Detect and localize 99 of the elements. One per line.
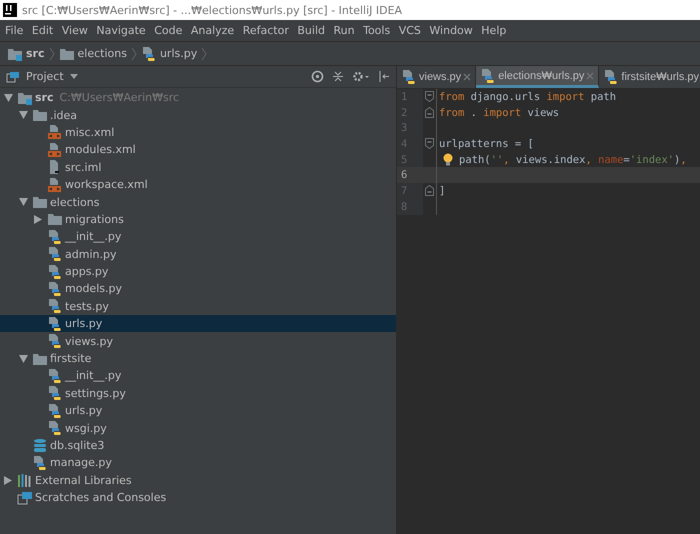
tree-item[interactable]: misc.xml — [0, 124, 396, 142]
expanded-arrow-icon[interactable] — [19, 198, 28, 206]
menu-item[interactable]: Window — [429, 24, 473, 37]
tree-item[interactable]: settings.py — [0, 384, 396, 402]
chevron-icon — [130, 46, 137, 62]
folder-icon — [32, 195, 48, 210]
chevron-icon — [201, 46, 208, 62]
collapsed-arrow-icon[interactable] — [34, 214, 42, 224]
editor-tab[interactable]: elections₩urls.py — [476, 66, 600, 88]
python-file-icon — [47, 402, 63, 419]
tree-item[interactable]: manage.py — [0, 454, 396, 472]
xml-file-icon — [47, 142, 63, 158]
menu-item[interactable]: Tools — [363, 24, 390, 37]
menu-item[interactable]: Run — [334, 24, 355, 37]
python-file-icon — [47, 298, 63, 314]
tree-item[interactable]: tests.py — [0, 298, 396, 316]
tree-item[interactable]: apps.py — [0, 262, 396, 280]
tree-item[interactable]: src.iml — [0, 158, 396, 176]
console-icon — [17, 490, 33, 505]
tree-item[interactable]: wsgi.py — [0, 419, 396, 437]
menu-item[interactable]: VCS — [398, 24, 421, 37]
python-file-icon — [47, 228, 63, 245]
expanded-arrow-icon[interactable] — [4, 94, 13, 102]
menu-item[interactable]: Navigate — [96, 24, 146, 37]
caret-icon — [70, 74, 78, 79]
menu-item[interactable]: Code — [154, 24, 182, 37]
folder-icon — [17, 90, 33, 105]
menu-item[interactable]: Analyze — [190, 24, 234, 37]
python-file-icon — [47, 385, 63, 402]
folder-icon — [32, 352, 48, 366]
expanded-arrow-icon[interactable] — [19, 111, 28, 120]
folder-icon — [32, 108, 48, 122]
project-view-dropdown[interactable]: Project — [6, 70, 78, 83]
window-title: src [C:₩Users₩Aerin₩src] - ...₩elections₩urls.py [src] - IntelliJ IDEA — [22, 4, 402, 16]
folder-icon — [7, 46, 23, 60]
tree-item[interactable]: migrations — [0, 210, 396, 228]
python-file-icon — [47, 333, 63, 350]
tree-item[interactable]: Scratches and Consoles — [0, 488, 396, 506]
collapse-icon[interactable] — [332, 70, 344, 83]
tree-item[interactable]: elections — [0, 193, 396, 211]
tree-item[interactable]: urls.py — [0, 402, 396, 420]
python-file-icon — [47, 368, 63, 384]
tree-item[interactable]: External Libraries — [0, 472, 396, 489]
xml-file-icon — [47, 124, 63, 140]
window-icon — [6, 70, 20, 82]
tree-item[interactable]: .idea — [0, 106, 396, 124]
tree-item[interactable]: views.py — [0, 332, 396, 350]
gear-icon[interactable] — [352, 70, 370, 83]
tree-item[interactable]: src C:₩Users₩Aerin₩src — [0, 89, 396, 106]
target-icon[interactable] — [311, 70, 324, 83]
python-file-icon — [47, 264, 63, 280]
python-file-icon — [47, 420, 63, 436]
python-file-icon — [47, 280, 63, 297]
code-line: from . import views — [438, 106, 560, 119]
hide-icon[interactable] — [378, 70, 390, 83]
tree-item[interactable]: firstsite — [0, 350, 396, 368]
tree-item[interactable]: workspace.xml — [0, 176, 396, 194]
menu-item[interactable]: View — [62, 24, 88, 37]
xml-file-icon — [47, 176, 63, 193]
tree-item[interactable]: db.sqlite3 — [0, 436, 396, 454]
menu-item[interactable]: Refactor — [242, 24, 289, 37]
tree-item[interactable]: models.py — [0, 280, 396, 298]
tree-item[interactable]: __init__.py — [0, 228, 396, 246]
collapsed-arrow-icon[interactable] — [4, 476, 12, 485]
library-icon — [17, 473, 33, 488]
code-line: ] — [438, 184, 446, 197]
tree-item[interactable]: admin.py — [0, 246, 396, 263]
fold-marker-icon[interactable] — [425, 185, 434, 196]
expanded-arrow-icon[interactable] — [19, 354, 28, 363]
database-icon — [32, 438, 48, 454]
tree-item[interactable]: urls.py — [0, 315, 396, 332]
chevron-icon — [48, 46, 54, 62]
lightbulb-icon[interactable] — [443, 153, 453, 166]
fold-marker-icon[interactable] — [425, 91, 434, 102]
app-logo-icon — [3, 3, 17, 17]
python-file-icon — [603, 69, 620, 85]
breadcrumb-item[interactable]: urls.py — [140, 46, 198, 62]
editor-tab[interactable]: firstsite₩urls.py — [599, 66, 700, 88]
folder-icon — [47, 212, 63, 226]
code-line: from django.urls import path — [438, 90, 616, 103]
python-file-icon — [47, 246, 63, 262]
menu-item[interactable]: File — [5, 24, 24, 37]
code-line: urlpatterns = [ — [438, 138, 534, 150]
breadcrumb-item[interactable]: elections — [58, 46, 127, 60]
python-file-icon — [480, 68, 496, 84]
menu-item[interactable]: Edit — [32, 24, 54, 37]
tree-item[interactable]: __init__.py — [0, 367, 396, 385]
python-file-icon — [401, 69, 417, 85]
python-file-icon — [32, 454, 48, 471]
menu-item[interactable]: Build — [297, 24, 325, 37]
folder-icon — [58, 46, 74, 60]
tree-item[interactable]: modules.xml — [0, 141, 396, 159]
fold-marker-icon[interactable] — [425, 138, 434, 150]
menu-item[interactable]: Help — [481, 24, 506, 37]
breadcrumb-item[interactable]: src — [7, 46, 44, 60]
fold-marker-icon[interactable] — [425, 107, 434, 118]
python-file-icon — [140, 46, 157, 62]
python-file-icon — [47, 316, 63, 332]
code-line: path('', views.index, name='index'), — [458, 154, 687, 166]
